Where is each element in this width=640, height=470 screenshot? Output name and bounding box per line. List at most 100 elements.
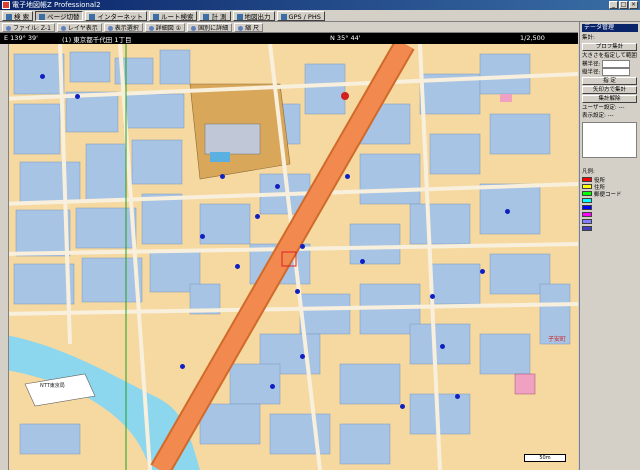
panel-tally-label: 集計: (582, 35, 595, 41)
detail-button[interactable]: 詳細図 ① (144, 22, 186, 32)
file-icon (6, 25, 11, 31)
temple-area (514, 373, 536, 395)
legend-swatch (582, 184, 592, 189)
map-canvas[interactable]: NTT東京局 子安町 50m (0, 44, 578, 470)
page-icon (39, 13, 46, 20)
poi-pin[interactable] (505, 209, 510, 214)
width-row: 横半径: (582, 60, 638, 68)
search-icon (6, 13, 12, 20)
legend-swatch (582, 219, 592, 224)
toolbar-measure-button[interactable]: 計 測 (199, 10, 231, 21)
file-button[interactable]: ファイル: Z-1 (2, 22, 55, 32)
poi-pin[interactable] (300, 244, 305, 249)
poi-pin[interactable] (220, 174, 225, 179)
toolbar-print-button[interactable]: 地図出力 (232, 10, 275, 21)
legend-item (582, 218, 638, 225)
poi-pin[interactable] (40, 74, 45, 79)
map-graphics (0, 44, 578, 470)
legend-swatch (582, 226, 592, 231)
legend-swatch (582, 191, 592, 196)
maximize-button[interactable]: □ (619, 1, 628, 9)
poi-pin[interactable] (345, 174, 350, 179)
app-icon (2, 1, 10, 9)
toolbar-gps-button[interactable]: GPS / PHS (276, 10, 325, 21)
printer-icon (236, 13, 243, 20)
specify-button[interactable]: 指 定 (582, 77, 637, 85)
poi-pin[interactable] (200, 234, 205, 239)
display-setting-row[interactable]: 表示設定: --- (582, 112, 638, 120)
display-select-button[interactable]: 表示選択 (103, 22, 143, 32)
poi-pin[interactable] (75, 94, 80, 99)
poi-pin[interactable] (255, 214, 260, 219)
height-input[interactable] (602, 68, 631, 76)
display-icon (107, 25, 113, 31)
scale-bar: 50m (524, 454, 566, 462)
legend-label: 郵便コード (594, 191, 622, 198)
minimize-button[interactable]: _ (609, 1, 618, 9)
legend-item: 役所 (582, 176, 638, 184)
tally-button[interactable]: プロフ集計 (582, 43, 637, 51)
poi-pin[interactable] (300, 354, 305, 359)
poi-pin[interactable] (440, 344, 445, 349)
globe-icon (89, 13, 96, 20)
legend-title: 凡例: (582, 169, 595, 175)
main-toolbar: 検 索 ページ切替 インターネット ルート検索 計 測 地図出力 GPS / P… (0, 10, 640, 22)
scale-button[interactable]: 縮 尺 (234, 22, 263, 32)
poi-pin[interactable] (430, 294, 435, 299)
poi-pin[interactable] (270, 384, 275, 389)
zoom-readout: 1/2,500 (520, 34, 545, 42)
range-label: 大きさを指定して範囲 (582, 53, 637, 59)
flag-icon (191, 25, 197, 31)
poi-pin[interactable] (295, 289, 300, 294)
detail-icon (148, 25, 154, 31)
school-building (204, 123, 261, 155)
poi-pin[interactable] (235, 264, 240, 269)
poi-pin[interactable] (400, 404, 405, 409)
address-readout: (1) 東京都千代田 1丁目 (62, 36, 132, 44)
small-landmark (500, 94, 512, 102)
poi-pin[interactable] (275, 184, 280, 189)
layer-button[interactable]: レイヤ表示 (56, 22, 102, 32)
legend-swatch (582, 212, 592, 217)
close-button[interactable]: × (629, 1, 638, 9)
height-row: 縦半径: (582, 68, 638, 76)
gps-icon (280, 13, 287, 20)
poi-pin[interactable] (455, 394, 460, 399)
toolbar-internet-button[interactable]: インターネット (85, 10, 147, 21)
ntt-label: NTT東京局 (40, 383, 65, 389)
window-title: 電子地図帳Z Professional2 (12, 1, 101, 9)
result-listbox[interactable] (582, 122, 637, 158)
ntt-building (24, 373, 96, 407)
poi-pin[interactable] (180, 364, 185, 369)
latitude-readout: N 35° 44' (330, 34, 361, 42)
layer-icon (60, 25, 66, 31)
scale-icon (238, 25, 244, 31)
legend: 凡例: 役所 住所 郵便コード (582, 168, 638, 232)
width-input[interactable] (602, 60, 631, 68)
panel-title: データ管理 (582, 24, 638, 32)
route-icon (152, 13, 159, 20)
user-setting-row[interactable]: ユーザー設定: --- (582, 104, 638, 112)
coordinate-bar: E 139° 39' (1) 東京都千代田 1丁目 N 35° 44' 1/2,… (0, 33, 578, 44)
legend-item (582, 211, 638, 218)
clear-tally-button[interactable]: 集計解除 (582, 95, 637, 103)
sub-toolbar: ファイル: Z-1 レイヤ表示 表示選択 詳細図 ① 国別に詳細 縮 尺 (0, 22, 578, 33)
legend-swatch (582, 198, 592, 203)
country-detail-button[interactable]: 国別に詳細 (187, 22, 233, 32)
arrow-tally-button[interactable]: 矢印方で集計 (582, 86, 637, 94)
poi-pin[interactable] (480, 269, 485, 274)
legend-item: 郵便コード (582, 190, 638, 198)
poi-pin[interactable] (360, 259, 365, 264)
school-pool (210, 152, 230, 162)
longitude-readout: E 139° 39' (4, 34, 38, 42)
toolbar-route-button[interactable]: ルート検索 (148, 10, 198, 21)
data-panel: データ管理 集計: プロフ集計 大きさを指定して範囲 横半径: 縦半径: 指 定… (579, 22, 640, 470)
legend-swatch (582, 177, 592, 182)
legend-swatch (582, 205, 592, 210)
title-bar: 電子地図帳Z Professional2 _ □ × (0, 0, 640, 10)
toolbar-search-button[interactable]: 検 索 (2, 10, 34, 21)
toolbar-page-button[interactable]: ページ切替 (35, 10, 84, 21)
red-marker (341, 92, 349, 100)
legend-item (582, 225, 638, 232)
ruler-icon (203, 13, 210, 20)
